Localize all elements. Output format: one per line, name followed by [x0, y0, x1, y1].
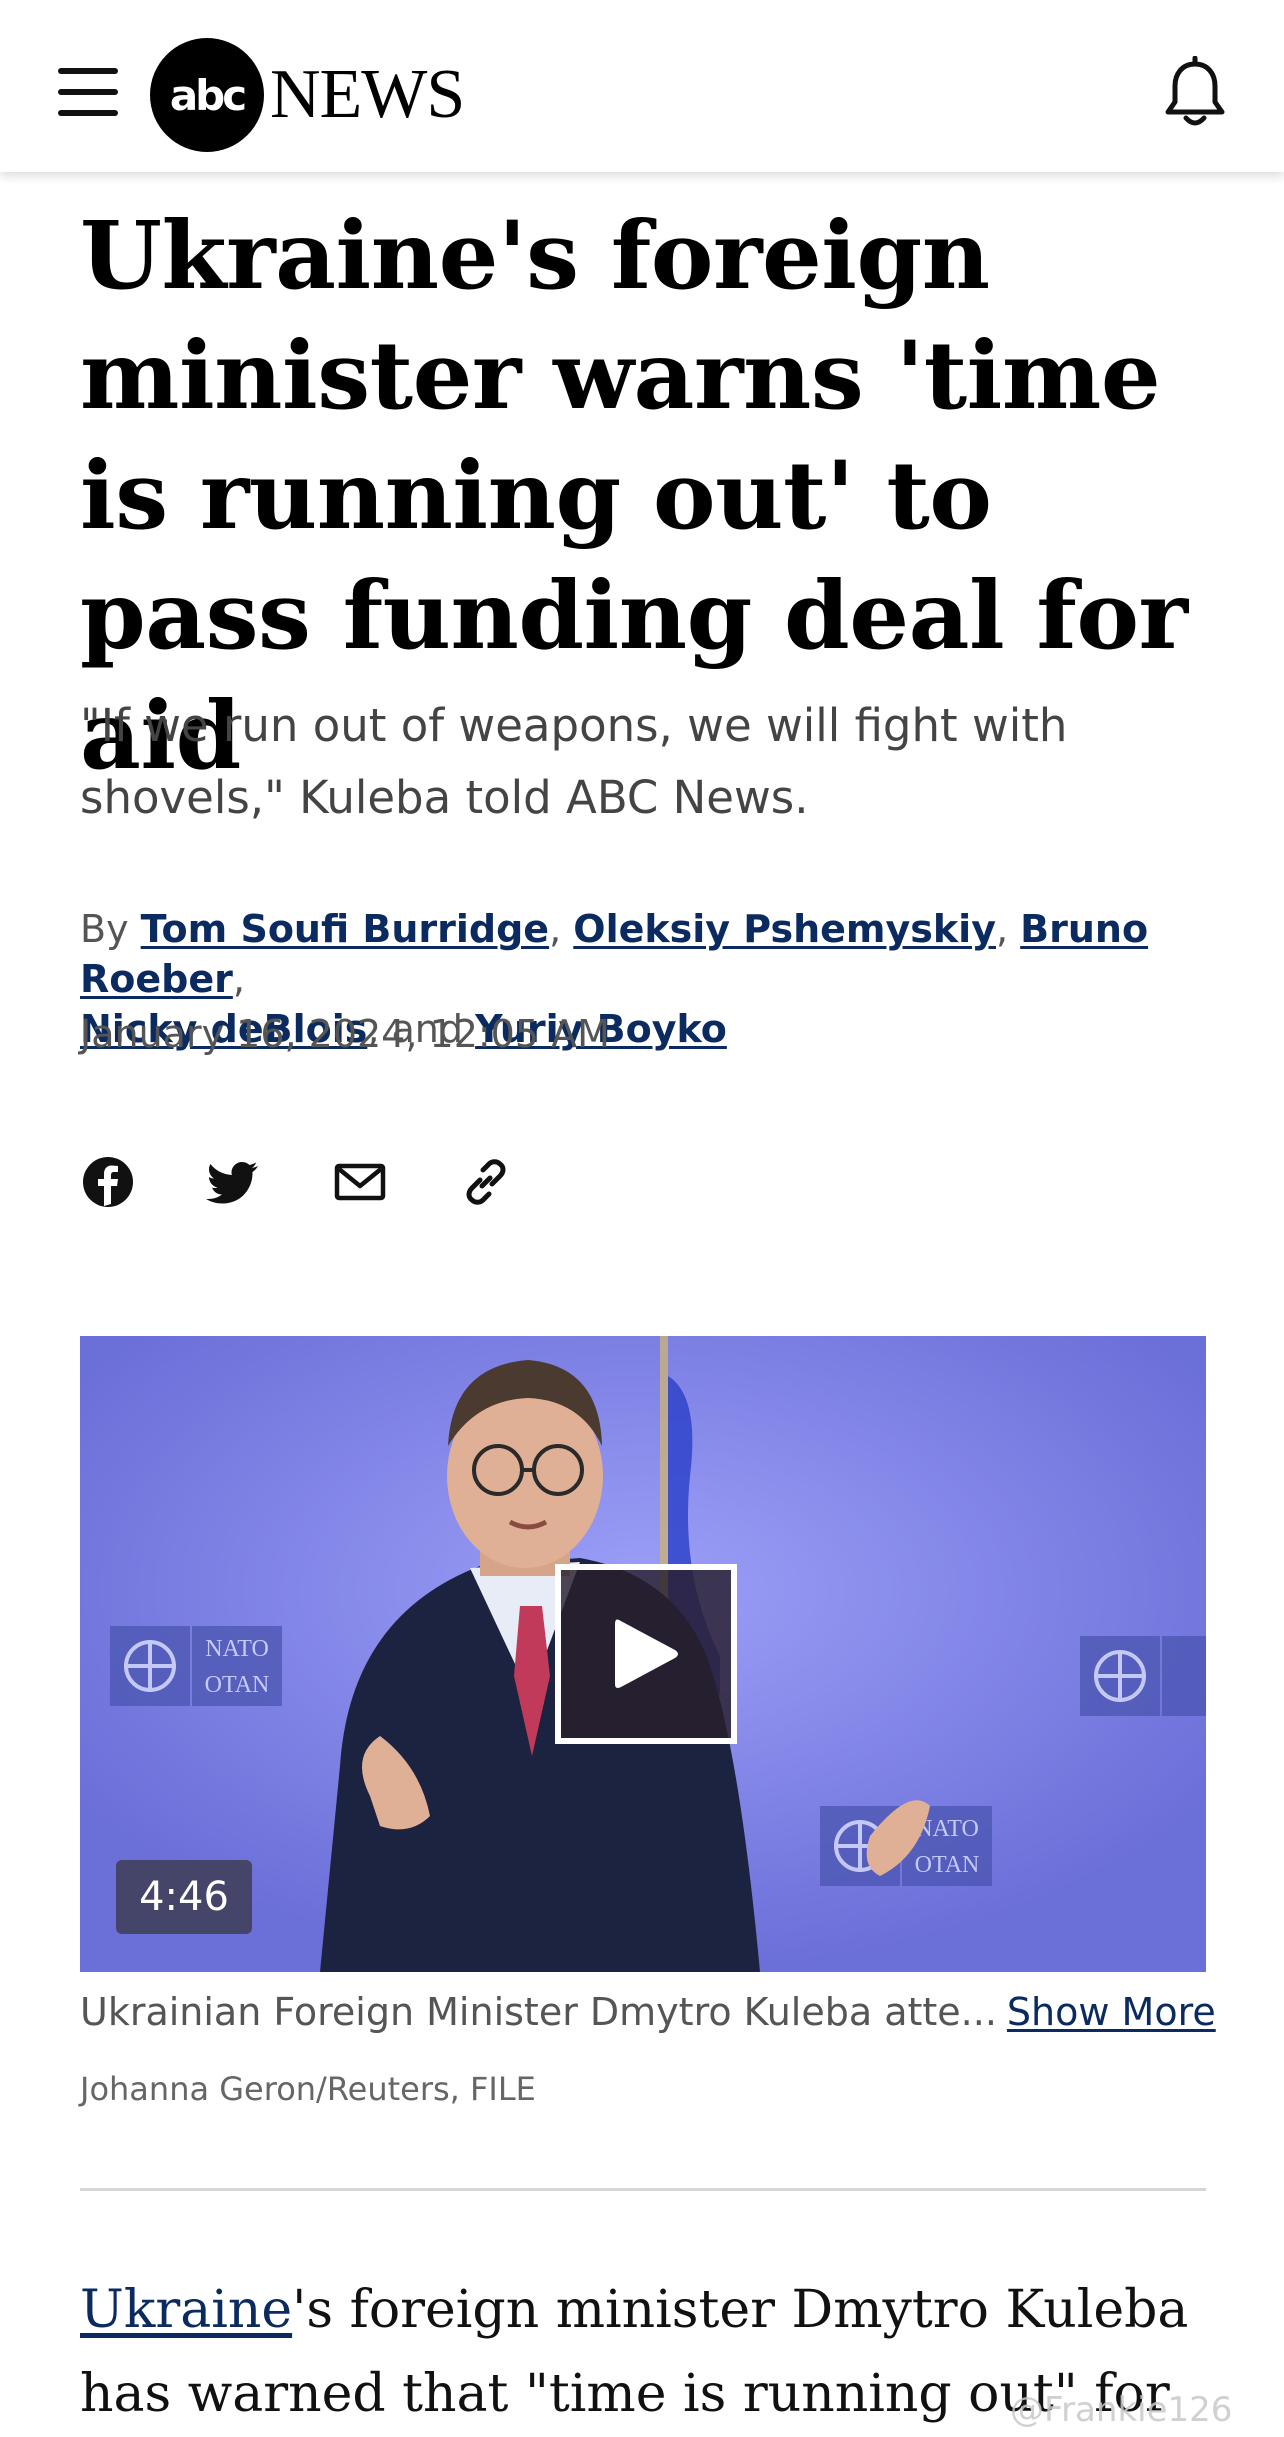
facebook-icon[interactable]	[80, 1154, 136, 1210]
publish-date: January 16, 2024, 12:05 AM	[80, 1012, 610, 1056]
logo-wordmark: NEWS	[270, 56, 465, 133]
photo-credit: Johanna Geron/Reuters, FILE	[80, 2070, 536, 2108]
nato-sign-text: NATO	[205, 1636, 269, 1662]
link-icon[interactable]	[458, 1154, 514, 1210]
show-more-link[interactable]: Show More	[1007, 1990, 1216, 2034]
logo-mark: abc	[150, 38, 264, 152]
byline-prefix: By	[80, 907, 129, 951]
play-button[interactable]	[555, 1564, 737, 1744]
video-player[interactable]: NATO OTAN NATO OTAN 4:46	[80, 1336, 1206, 1972]
abc-news-logo[interactable]: abc NEWS	[150, 38, 465, 152]
otan-sign-text: OTAN	[205, 1672, 270, 1698]
top-header: abc NEWS	[0, 0, 1284, 172]
bell-icon[interactable]	[1162, 55, 1228, 128]
media-caption: Ukrainian Foreign Minister Dmytro Kuleba…	[80, 1990, 1230, 2034]
watermark: @Frankie126	[1010, 2390, 1233, 2430]
body-line-2: has warned that "time is running out" fo…	[80, 2364, 1170, 2424]
twitter-icon[interactable]	[206, 1154, 262, 1210]
body-line-1: 's foreign minister Dmytro Kuleba	[292, 2280, 1189, 2340]
ukraine-topic-link[interactable]: Ukraine	[80, 2280, 292, 2340]
author-link[interactable]: Oleksiy Pshemyskiy	[573, 907, 996, 951]
author-link[interactable]: Tom Soufi Burridge	[141, 907, 549, 951]
email-icon[interactable]	[332, 1154, 388, 1210]
play-icon	[615, 1619, 678, 1688]
article-subheadline: "If we run out of weapons, we will fight…	[80, 699, 1068, 824]
caption-text: Ukrainian Foreign Minister Dmytro Kuleba…	[80, 1990, 997, 2034]
otan-sign-text: OTAN	[915, 1852, 980, 1878]
video-duration-badge: 4:46	[116, 1860, 252, 1934]
section-divider	[80, 2188, 1206, 2191]
hamburger-menu-icon[interactable]	[58, 68, 122, 118]
